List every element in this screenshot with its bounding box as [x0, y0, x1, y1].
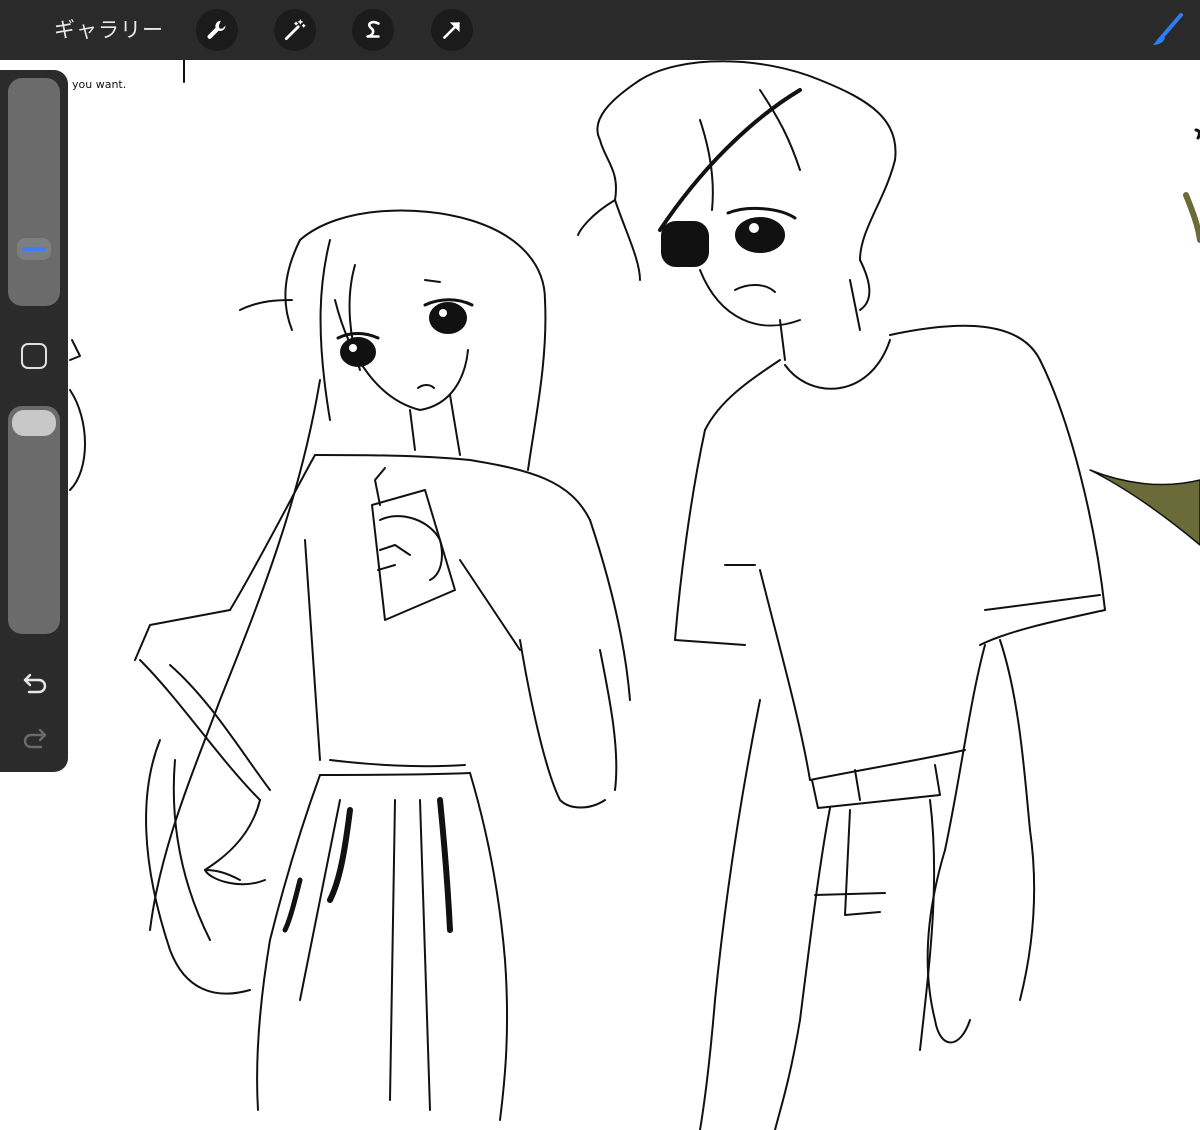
selection-button[interactable] — [352, 9, 394, 51]
brush-icon[interactable] — [1148, 10, 1188, 50]
magic-wand-icon — [284, 19, 306, 41]
brush-size-thumb[interactable] — [17, 238, 51, 260]
adjustments-button[interactable] — [274, 9, 316, 51]
girl-figure — [134, 209, 631, 1121]
opacity-thumb[interactable] — [12, 410, 56, 436]
left-sidebar — [0, 70, 68, 772]
redo-icon — [23, 728, 47, 749]
brush-size-slider[interactable] — [8, 78, 60, 306]
opacity-slider[interactable] — [8, 406, 60, 634]
olive-shape — [1089, 469, 1200, 546]
corner-note-text: you want. — [72, 78, 126, 91]
selection-icon — [366, 20, 380, 38]
drawing-canvas[interactable]: you want. — [0, 60, 1200, 1130]
modify-button[interactable] — [20, 342, 48, 370]
gallery-button[interactable]: ギャラリー — [54, 14, 164, 44]
actions-button[interactable] — [196, 9, 238, 51]
transform-arrow-icon — [443, 22, 460, 39]
top-toolbar: ギャラリー — [0, 0, 1200, 60]
boy-figure — [577, 60, 1106, 1130]
wrench-icon — [207, 20, 226, 39]
undo-icon[interactable] — [20, 667, 50, 697]
transform-button[interactable] — [431, 9, 473, 51]
